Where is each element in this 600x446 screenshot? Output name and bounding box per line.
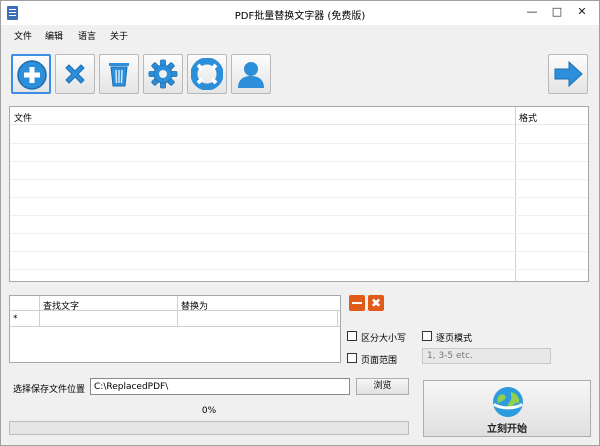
row-line: [10, 197, 588, 198]
column-file[interactable]: 文件: [14, 111, 32, 124]
row-line: [10, 179, 588, 180]
clear-list-button[interactable]: [99, 54, 139, 94]
x-icon: [65, 64, 85, 84]
lifebuoy-icon: [191, 58, 223, 90]
browse-button[interactable]: 浏览: [356, 378, 409, 395]
start-button[interactable]: 立刻开始: [423, 380, 591, 437]
table-row[interactable]: *: [10, 311, 340, 327]
close-button[interactable]: ✕: [571, 1, 593, 25]
progress-bar: [9, 421, 409, 435]
case-sensitive-label: 区分大小写: [361, 334, 407, 344]
row-line: [10, 233, 588, 234]
page-range-checkbox[interactable]: [347, 353, 357, 363]
menu-file[interactable]: 文件: [14, 29, 32, 42]
file-list[interactable]: 文件 格式: [9, 106, 589, 282]
row-line: [10, 215, 588, 216]
replace-with-cell[interactable]: [178, 311, 338, 327]
page-range-input[interactable]: [422, 348, 551, 364]
column-format[interactable]: 格式: [519, 111, 537, 124]
page-range-label: 页面范围: [361, 356, 398, 366]
arrow-right-icon: [554, 60, 583, 88]
start-button-label: 立刻开始: [487, 424, 527, 435]
row-header-corner: [10, 296, 40, 311]
gear-icon: [148, 59, 178, 89]
replace-table-header: 查找文字 替换为: [10, 296, 340, 312]
row-line: [10, 161, 588, 162]
add-file-button[interactable]: [11, 54, 51, 94]
next-button[interactable]: [548, 54, 588, 94]
row-line: [10, 251, 588, 252]
menu-edit[interactable]: 编辑: [45, 29, 63, 42]
find-text-cell[interactable]: [40, 311, 178, 327]
help-button[interactable]: [187, 54, 227, 94]
menu-bar: 文件 编辑 语言 关于: [1, 25, 599, 45]
trash-icon: [109, 63, 129, 87]
plus-circle-icon: [17, 60, 47, 90]
new-row-marker: *: [10, 311, 40, 327]
page-by-page-checkbox[interactable]: [422, 331, 432, 341]
window-title: PDF批量替换文字器 (免费版): [234, 11, 366, 22]
column-divider: [515, 107, 516, 281]
column-replace-with[interactable]: 替换为: [178, 296, 340, 312]
file-list-header: 文件 格式: [10, 107, 588, 125]
progress-text: 0%: [201, 406, 217, 416]
row-line: [10, 143, 588, 144]
app-window: PDF批量替换文字器 (免费版) — □ ✕ 文件 编辑 语言 关于 文件 格式…: [0, 0, 600, 446]
title-bar: PDF批量替换文字器 (免费版) — □ ✕: [1, 1, 599, 25]
replace-table[interactable]: 查找文字 替换为 *: [9, 295, 341, 363]
user-icon: [238, 62, 264, 88]
save-path-input[interactable]: [90, 378, 350, 395]
delete-row-button[interactable]: ✖: [368, 295, 384, 311]
column-find-text[interactable]: 查找文字: [40, 296, 178, 312]
case-sensitive-checkbox[interactable]: [347, 331, 357, 341]
save-location-label: 选择保存文件位置: [13, 385, 86, 395]
row-line: [10, 269, 588, 270]
page-by-page-label: 逐页模式: [436, 334, 473, 344]
menu-about[interactable]: 关于: [110, 29, 128, 42]
start-globe-icon: [492, 387, 524, 417]
minimize-button[interactable]: —: [521, 1, 543, 25]
remove-row-button[interactable]: [349, 295, 365, 311]
remove-file-button[interactable]: [55, 54, 95, 94]
settings-button[interactable]: [143, 54, 183, 94]
account-button[interactable]: [231, 54, 271, 94]
maximize-button[interactable]: □: [546, 1, 568, 25]
menu-language[interactable]: 语言: [78, 29, 96, 42]
